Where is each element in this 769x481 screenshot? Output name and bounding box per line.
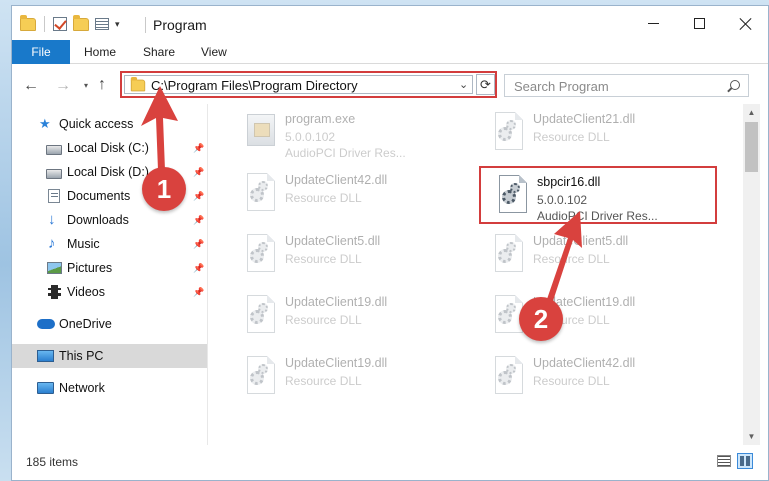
- arrow-1-icon: [141, 86, 178, 170]
- arrow-2-icon: [546, 211, 582, 304]
- callout-arrows: [141, 86, 582, 304]
- callout-badge-2: 2: [519, 297, 563, 341]
- callout-badge-1: 1: [142, 167, 186, 211]
